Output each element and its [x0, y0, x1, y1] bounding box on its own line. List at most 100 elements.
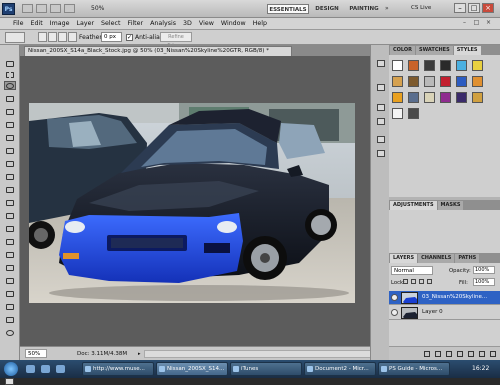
document-tab[interactable]: Nissan_200SX_S14a_Black_Stock.jpg @ 50% …: [24, 46, 292, 56]
style-swatch[interactable]: [424, 60, 435, 71]
style-swatch[interactable]: [408, 92, 419, 103]
canvas-area[interactable]: [20, 56, 388, 346]
new-group-icon[interactable]: [468, 351, 474, 357]
layer-name[interactable]: 03_Nissan%20Skyline...: [422, 294, 498, 300]
document-canvas[interactable]: [29, 103, 355, 303]
style-swatch[interactable]: [456, 92, 467, 103]
visibility-eye-icon[interactable]: [391, 294, 398, 301]
taskbar-button-word-guide[interactable]: PS Guide - Micros...: [378, 362, 450, 376]
doc-minimize-button[interactable]: –: [460, 19, 469, 28]
status-menu-icon[interactable]: ▸: [138, 351, 141, 357]
fill-input[interactable]: 100%: [473, 278, 495, 286]
bridge-icon[interactable]: [22, 4, 33, 13]
gradient-tool-icon[interactable]: [4, 198, 16, 207]
close-button[interactable]: ×: [482, 3, 494, 13]
zoom-tool-icon[interactable]: [4, 328, 16, 337]
blur-tool-icon[interactable]: [4, 211, 16, 220]
paragraph-panel-icon[interactable]: [375, 149, 386, 158]
quick-launch-icon[interactable]: [41, 365, 50, 373]
menu-select[interactable]: Select: [101, 18, 120, 29]
tool-preset-picker[interactable]: [5, 32, 25, 43]
quick-mask-icon[interactable]: [5, 378, 14, 385]
menu-view[interactable]: View: [199, 18, 214, 29]
style-swatch[interactable]: [392, 92, 403, 103]
tab-channels[interactable]: CHANNELS: [418, 254, 455, 263]
style-swatch[interactable]: [408, 60, 419, 71]
system-clock[interactable]: 16:22: [472, 365, 489, 372]
style-swatch[interactable]: [456, 60, 467, 71]
feather-input[interactable]: 0 px: [101, 32, 122, 42]
menu-image[interactable]: Image: [50, 18, 70, 29]
healing-brush-tool-icon[interactable]: [4, 133, 16, 142]
layer-row[interactable]: 03_Nissan%20Skyline...: [389, 291, 500, 305]
history-brush-tool-icon[interactable]: [4, 172, 16, 181]
minimize-button[interactable]: –: [454, 3, 466, 13]
tab-styles[interactable]: STYLES: [453, 46, 481, 55]
intersect-selection-icon[interactable]: [68, 32, 77, 42]
style-swatch[interactable]: [472, 76, 483, 87]
pen-tool-icon[interactable]: [4, 237, 16, 246]
new-layer-icon[interactable]: [479, 351, 485, 357]
menu-help[interactable]: Help: [253, 18, 267, 29]
zoom-level[interactable]: 50%: [91, 5, 104, 12]
blend-mode-select[interactable]: Normal: [391, 266, 433, 275]
cs-live-button[interactable]: CS Live: [411, 5, 431, 11]
quick-launch-icon[interactable]: [26, 365, 35, 373]
brush-panel-icon[interactable]: [375, 103, 386, 112]
type-tool-icon[interactable]: [4, 250, 16, 259]
subtract-selection-icon[interactable]: [58, 32, 67, 42]
hand-icon[interactable]: [50, 4, 61, 13]
lock-all-icon[interactable]: [427, 279, 432, 284]
menu-3d[interactable]: 3D: [183, 18, 192, 29]
refine-edge-button[interactable]: Refine Edge...: [160, 32, 192, 49]
clone-stamp-tool-icon[interactable]: [4, 159, 16, 168]
doc-close-button[interactable]: ×: [484, 19, 493, 28]
workspace-design[interactable]: DESIGN: [314, 4, 340, 14]
style-swatch[interactable]: [424, 92, 435, 103]
clone-source-panel-icon[interactable]: [375, 117, 386, 126]
layer-row[interactable]: Layer 0: [389, 306, 500, 320]
3d-rotate-tool-icon[interactable]: [4, 289, 16, 298]
menu-layer[interactable]: Layer: [76, 18, 94, 29]
zoom-icon[interactable]: [64, 4, 75, 13]
menu-window[interactable]: Window: [221, 18, 246, 29]
style-swatch[interactable]: [392, 76, 403, 87]
quick-launch-icon[interactable]: [56, 365, 65, 373]
move-tool-icon[interactable]: [4, 59, 16, 68]
opacity-input[interactable]: 100%: [473, 266, 495, 274]
minibridge-icon[interactable]: [36, 4, 47, 13]
style-swatch[interactable]: [472, 92, 483, 103]
style-swatch[interactable]: [392, 108, 403, 119]
shape-tool-icon[interactable]: [4, 276, 16, 285]
tab-adjustments[interactable]: ADJUSTMENTS: [390, 201, 437, 210]
history-panel-icon[interactable]: [375, 59, 386, 68]
tab-paths[interactable]: PATHS: [455, 254, 480, 263]
lock-image-icon[interactable]: [411, 279, 416, 284]
crop-tool-icon[interactable]: [4, 107, 16, 116]
antialias-checkbox[interactable]: ✓: [126, 34, 133, 41]
style-swatch[interactable]: [440, 92, 451, 103]
new-selection-icon[interactable]: [38, 32, 47, 42]
link-layers-icon[interactable]: [424, 351, 430, 357]
workspace-essentials[interactable]: ESSENTIALS: [267, 4, 309, 14]
start-button[interactable]: [4, 362, 18, 376]
adjustment-layer-icon[interactable]: [457, 351, 463, 357]
style-swatch[interactable]: [440, 60, 451, 71]
style-swatch[interactable]: [408, 108, 419, 119]
taskbar-button-browser[interactable]: http://www.muse...: [82, 362, 154, 376]
style-swatch[interactable]: [424, 76, 435, 87]
add-mask-icon[interactable]: [446, 351, 452, 357]
menu-edit[interactable]: Edit: [31, 18, 43, 29]
style-swatch[interactable]: [456, 76, 467, 87]
lock-transparent-icon[interactable]: [403, 279, 408, 284]
character-panel-icon[interactable]: [375, 135, 386, 144]
style-swatch[interactable]: [472, 60, 483, 71]
tab-layers[interactable]: LAYERS: [390, 254, 418, 263]
horizontal-scrollbar[interactable]: [144, 350, 384, 358]
lock-position-icon[interactable]: [419, 279, 424, 284]
taskbar-button-itunes[interactable]: iTunes: [230, 362, 302, 376]
quick-selection-tool-icon[interactable]: [4, 94, 16, 103]
status-zoom-field[interactable]: 50%: [25, 349, 47, 358]
eyedropper-tool-icon[interactable]: [4, 120, 16, 129]
menu-filter[interactable]: Filter: [127, 18, 143, 29]
